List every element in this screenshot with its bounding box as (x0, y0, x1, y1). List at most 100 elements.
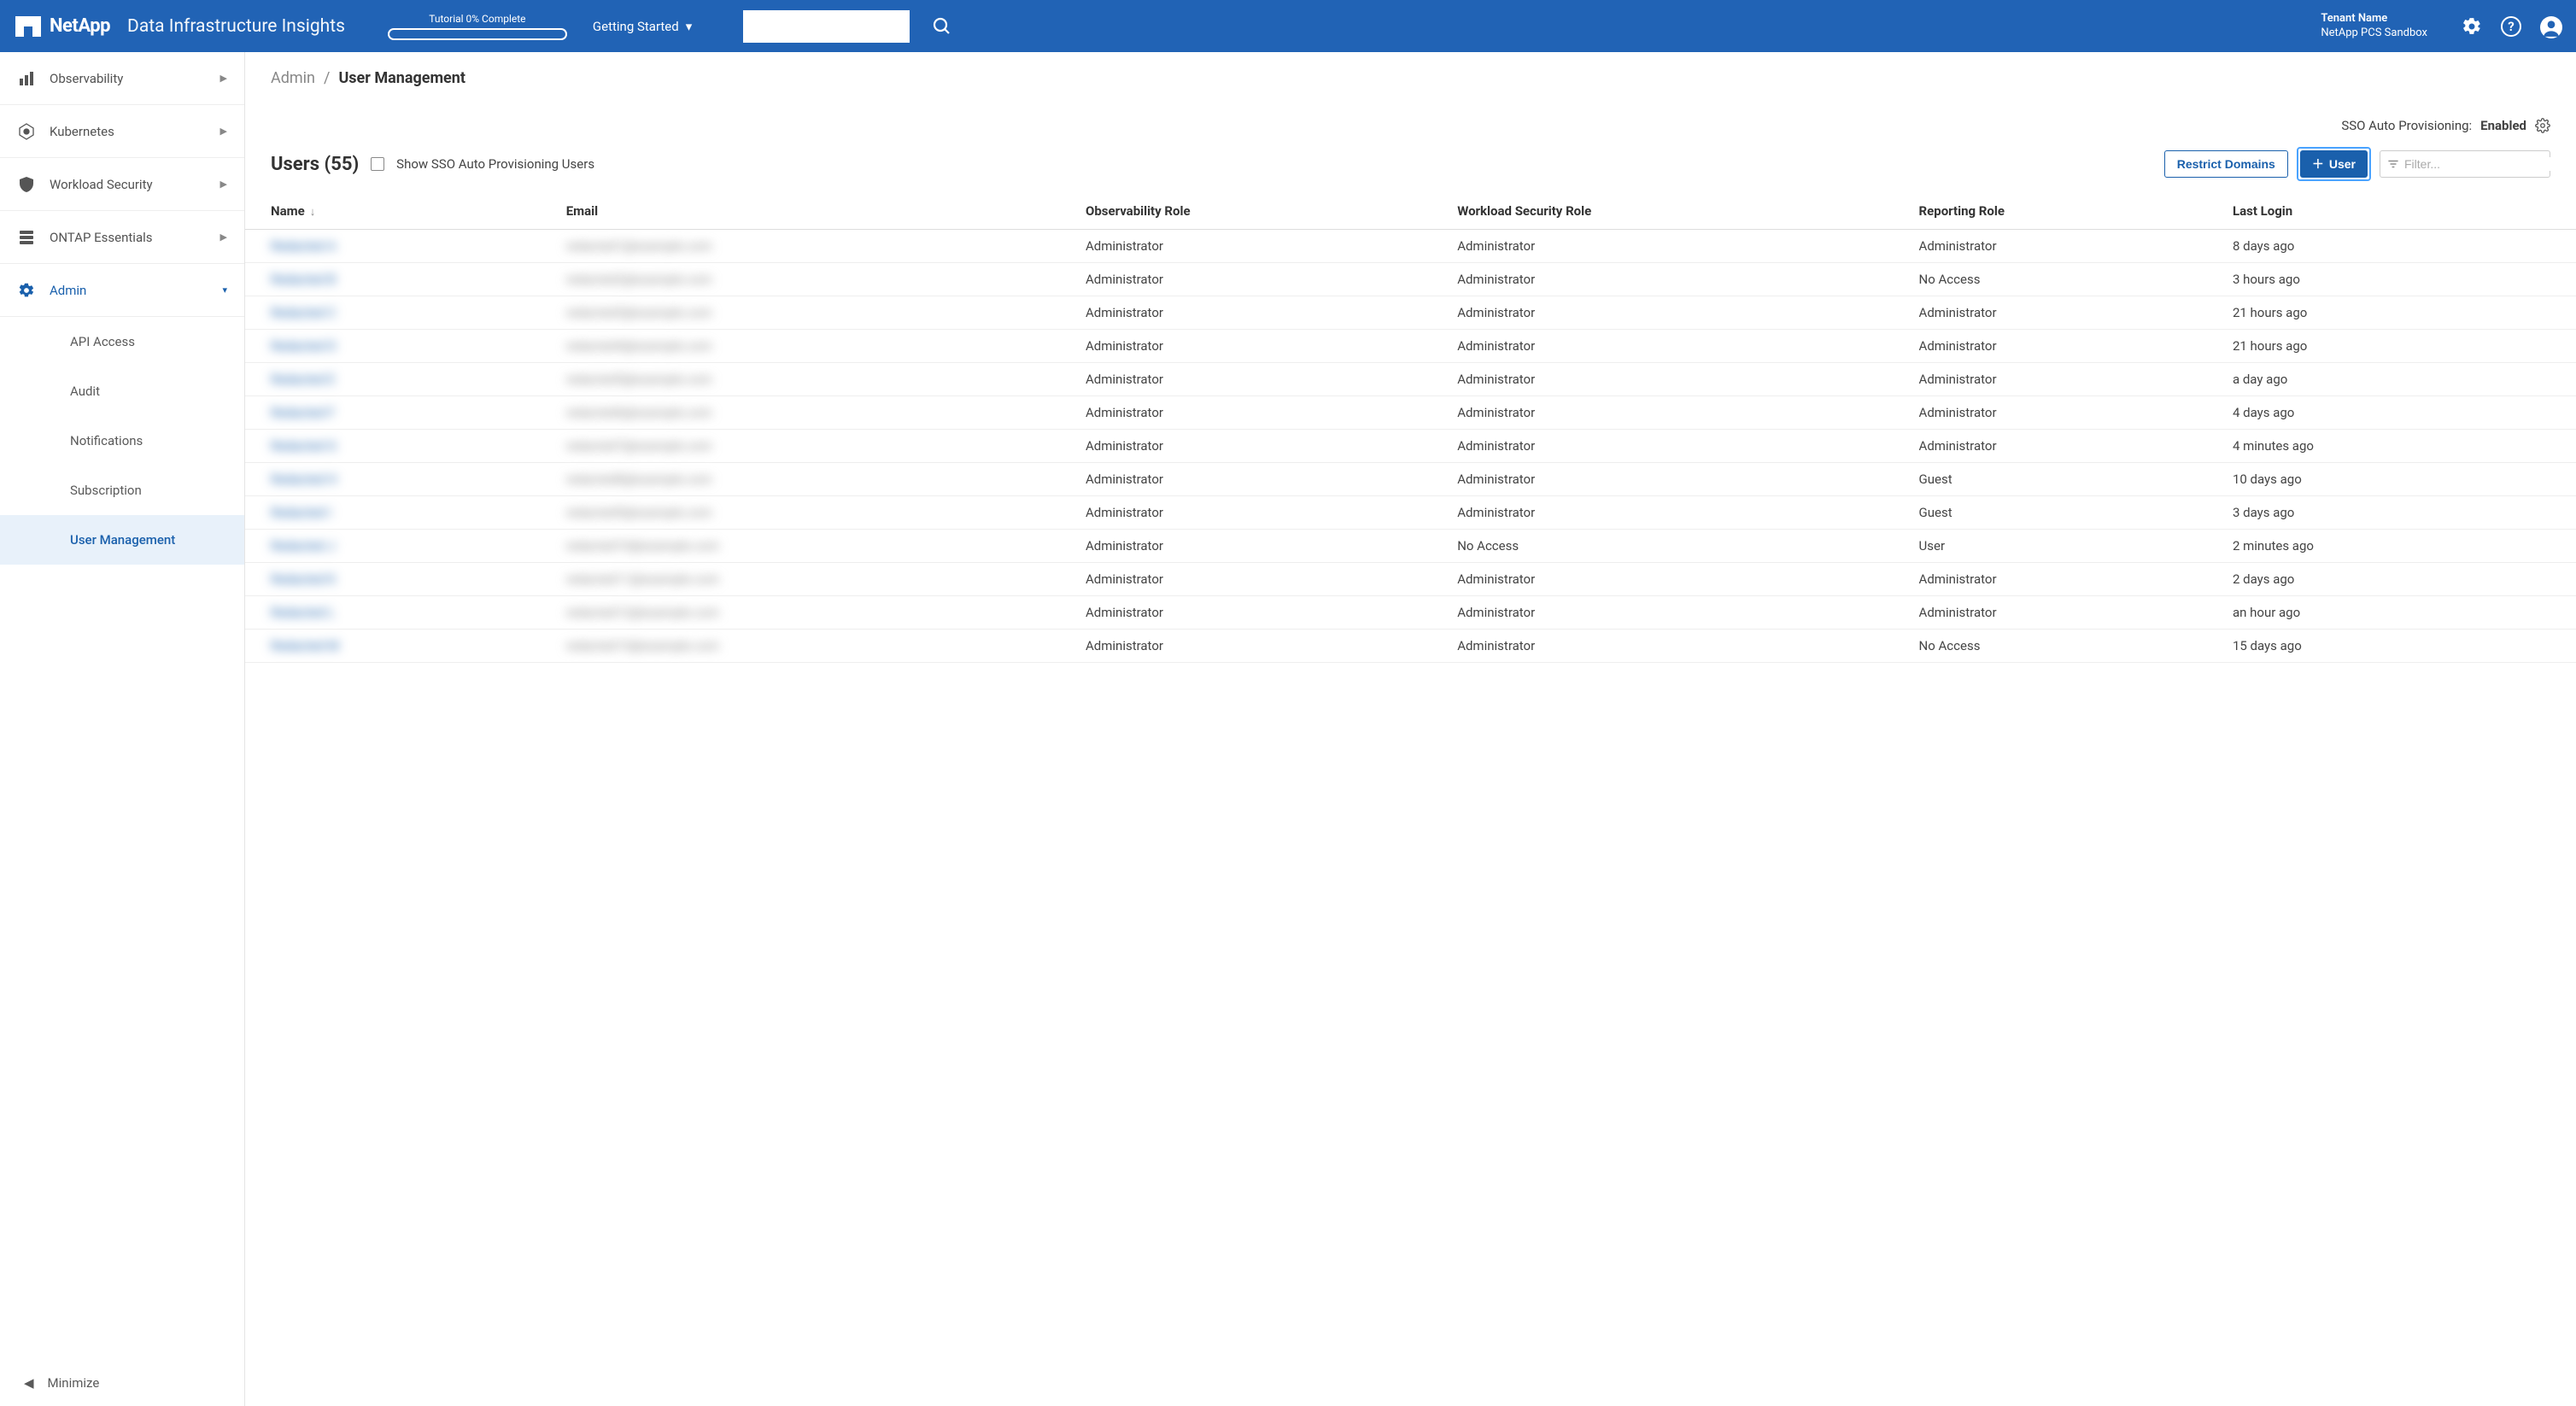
cell-name[interactable]: Redacted B (245, 263, 558, 296)
table-row[interactable]: Redacted L redacted12@example.com Admini… (245, 596, 2576, 630)
cell-name[interactable]: Redacted F (245, 396, 558, 430)
cell-observability-role: Administrator (1077, 263, 1449, 296)
add-user-button[interactable]: ＋ User (2300, 150, 2368, 178)
sidebar-sub-api-access[interactable]: API Access (0, 317, 244, 366)
cell-workload-security-role: Administrator (1449, 396, 1910, 430)
cell-email: redacted8@example.com (558, 463, 1077, 496)
table-row[interactable]: Redacted F redacted6@example.com Adminis… (245, 396, 2576, 430)
cell-name[interactable]: Redacted K (245, 563, 558, 596)
brand-name: NetApp (50, 15, 110, 37)
sidebar-item-observability[interactable]: Observability ▶ (0, 52, 244, 105)
cell-observability-role: Administrator (1077, 563, 1449, 596)
user-avatar-icon[interactable] (2540, 16, 2561, 37)
table-row[interactable]: Redacted I redacted9@example.com Adminis… (245, 496, 2576, 530)
cell-reporting-role: Administrator (1911, 396, 2224, 430)
col-reporting-role[interactable]: Reporting Role (1911, 193, 2224, 230)
cell-workload-security-role: Administrator (1449, 596, 1910, 630)
plus-icon: ＋ (2312, 155, 2324, 173)
col-last-login[interactable]: Last Login (2224, 193, 2576, 230)
getting-started-label: Getting Started (593, 19, 679, 34)
sidebar-sub-user-management[interactable]: User Management (0, 515, 244, 565)
cell-reporting-role: User (1911, 530, 2224, 563)
sidebar-item-admin[interactable]: Admin ▾ (0, 264, 244, 317)
cell-last-login: 21 hours ago (2224, 296, 2576, 330)
app-header: NetApp Data Infrastructure Insights Tuto… (0, 0, 2576, 52)
brand-logo[interactable]: NetApp (15, 15, 110, 37)
sidebar-sub-notifications[interactable]: Notifications (0, 416, 244, 466)
bar-chart-icon (17, 69, 36, 88)
cell-email: redacted13@example.com (558, 630, 1077, 663)
cell-last-login: 4 minutes ago (2224, 430, 2576, 463)
tenant-info: Tenant Name NetApp PCS Sandbox (2321, 12, 2427, 41)
cell-last-login: 2 days ago (2224, 563, 2576, 596)
cell-name[interactable]: Redacted D (245, 330, 558, 363)
restrict-domains-button[interactable]: Restrict Domains (2164, 150, 2288, 178)
cell-name[interactable]: Redacted C (245, 296, 558, 330)
tutorial-progress[interactable]: Tutorial 0% Complete (388, 13, 567, 40)
sso-settings-gear-icon[interactable] (2535, 118, 2550, 133)
filter-input[interactable] (2404, 157, 2559, 171)
filter-input-wrapper[interactable] (2380, 150, 2550, 178)
minimize-sidebar-button[interactable]: ◀ Minimize (0, 1360, 244, 1406)
chevron-right-icon: ▶ (220, 126, 227, 137)
table-row[interactable]: Redacted D redacted4@example.com Adminis… (245, 330, 2576, 363)
show-sso-users-checkbox[interactable] (371, 157, 384, 171)
cell-reporting-role: Administrator (1911, 596, 2224, 630)
cell-observability-role: Administrator (1077, 530, 1449, 563)
cell-last-login: a day ago (2224, 363, 2576, 396)
table-row[interactable]: Redacted K redacted11@example.com Admini… (245, 563, 2576, 596)
users-count-title: Users (55) (271, 154, 359, 175)
cell-workload-security-role: No Access (1449, 530, 1910, 563)
cell-email: redacted12@example.com (558, 596, 1077, 630)
cell-reporting-role: Administrator (1911, 230, 2224, 263)
table-row[interactable]: Redacted J redacted10@example.com Admini… (245, 530, 2576, 563)
col-observability-role[interactable]: Observability Role (1077, 193, 1449, 230)
cell-reporting-role: No Access (1911, 263, 2224, 296)
col-name[interactable]: Name↓ (245, 193, 558, 230)
table-row[interactable]: Redacted B redacted2@example.com Adminis… (245, 263, 2576, 296)
cell-name[interactable]: Redacted E (245, 363, 558, 396)
cell-reporting-role: No Access (1911, 630, 2224, 663)
sidebar-sub-subscription[interactable]: Subscription (0, 466, 244, 515)
cell-email: redacted3@example.com (558, 296, 1077, 330)
cell-last-login: 3 hours ago (2224, 263, 2576, 296)
sidebar-item-label: Kubernetes (50, 124, 114, 139)
cell-email: redacted6@example.com (558, 396, 1077, 430)
table-row[interactable]: Redacted E redacted5@example.com Adminis… (245, 363, 2576, 396)
col-workload-security-role[interactable]: Workload Security Role (1449, 193, 1910, 230)
table-row[interactable]: Redacted C redacted3@example.com Adminis… (245, 296, 2576, 330)
sidebar-item-ontap-essentials[interactable]: ONTAP Essentials ▶ (0, 211, 244, 264)
sidebar-item-label: Subscription (70, 483, 142, 498)
cell-reporting-role: Administrator (1911, 563, 2224, 596)
cell-workload-security-role: Administrator (1449, 330, 1910, 363)
global-search-input[interactable] (743, 10, 910, 43)
cell-name[interactable]: Redacted J (245, 530, 558, 563)
cell-name[interactable]: Redacted H (245, 463, 558, 496)
search-button[interactable] (927, 11, 957, 42)
cell-workload-security-role: Administrator (1449, 296, 1910, 330)
table-row[interactable]: Redacted G redacted7@example.com Adminis… (245, 430, 2576, 463)
cell-name[interactable]: Redacted G (245, 430, 558, 463)
chevron-left-icon: ◀ (24, 1375, 34, 1391)
table-row[interactable]: Redacted M redacted13@example.com Admini… (245, 630, 2576, 663)
cell-name[interactable]: Redacted A (245, 230, 558, 263)
table-row[interactable]: Redacted H redacted8@example.com Adminis… (245, 463, 2576, 496)
sidebar-sub-audit[interactable]: Audit (0, 366, 244, 416)
sidebar-item-workload-security[interactable]: Workload Security ▶ (0, 158, 244, 211)
cell-workload-security-role: Administrator (1449, 363, 1910, 396)
settings-gear-icon[interactable] (2462, 16, 2482, 37)
table-row[interactable]: Redacted A redacted1@example.com Adminis… (245, 230, 2576, 263)
cell-name[interactable]: Redacted I (245, 496, 558, 530)
cell-name[interactable]: Redacted L (245, 596, 558, 630)
tenant-value: NetApp PCS Sandbox (2321, 26, 2427, 41)
getting-started-dropdown[interactable]: Getting Started ▾ (593, 19, 692, 34)
chevron-right-icon: ▶ (220, 231, 227, 243)
help-icon[interactable]: ? (2501, 16, 2521, 37)
caret-down-icon: ▾ (686, 19, 693, 34)
cell-workload-security-role: Administrator (1449, 430, 1910, 463)
breadcrumb-parent[interactable]: Admin (271, 69, 315, 87)
cell-workload-security-role: Administrator (1449, 463, 1910, 496)
cell-name[interactable]: Redacted M (245, 630, 558, 663)
col-email[interactable]: Email (558, 193, 1077, 230)
sidebar-item-kubernetes[interactable]: Kubernetes ▶ (0, 105, 244, 158)
